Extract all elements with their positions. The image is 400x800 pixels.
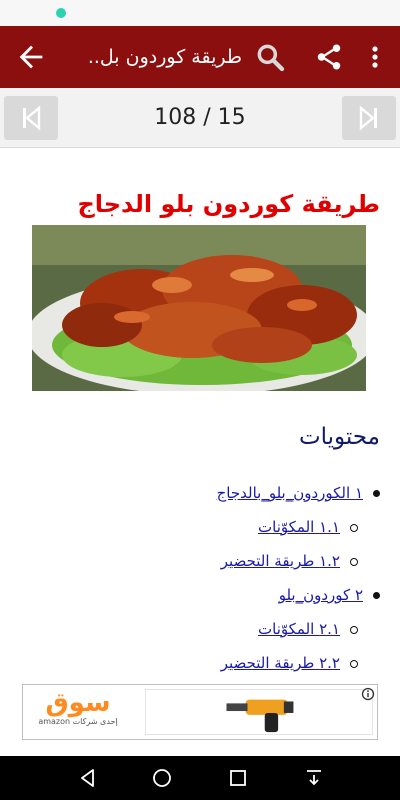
toc-item[interactable]: ١.١ المكوّنات	[258, 518, 358, 542]
nav-download-icon[interactable]	[302, 766, 326, 790]
toc-item[interactable]: ١.٢ طريقة التحضير	[221, 552, 358, 576]
skip-next-icon	[359, 105, 377, 131]
status-bar	[0, 0, 400, 26]
bullet-icon	[373, 490, 380, 497]
system-nav-bar	[0, 756, 400, 800]
page-counter: 108 / 15	[154, 105, 246, 130]
drill-image[interactable]	[145, 689, 373, 735]
ad-brand-logo[interactable]: سوق إحدى شركات amazon	[33, 689, 123, 735]
toc-link[interactable]: ١ الكوردون_بلو_بالدجاج	[217, 484, 363, 502]
toc-item[interactable]: ٢ كوردون_بلو	[279, 586, 380, 610]
more-vert-icon[interactable]	[364, 42, 386, 72]
toc-link[interactable]: ١.٢ طريقة التحضير	[221, 552, 340, 570]
toc-item[interactable]: ٢.٢ طريقة التحضير	[221, 654, 358, 678]
bullet-icon	[350, 625, 358, 634]
app-bar: طريقة كوردون بل..	[0, 26, 400, 88]
app-bar-title: طريقة كوردون بل..	[87, 46, 242, 68]
ad-brand-name: سوق	[45, 688, 111, 718]
notification-dot-icon	[56, 8, 66, 18]
bullet-icon	[350, 557, 358, 566]
ad-tagline: إحدى شركات amazon	[38, 717, 118, 726]
article-title: طريقة كوردون بلو الدجاج	[77, 190, 380, 218]
ad-banner-area: سوق إحدى شركات amazon	[0, 682, 400, 756]
toc-link[interactable]: ١.١ المكوّنات	[258, 518, 340, 536]
toc-link[interactable]: ٢.١ المكوّنات	[258, 620, 340, 638]
chicken-dish-image	[32, 225, 366, 391]
toc-item[interactable]: ٢.١ المكوّنات	[258, 620, 358, 644]
nav-home-icon[interactable]	[150, 766, 174, 790]
bullet-icon	[350, 523, 358, 532]
previous-page-button[interactable]	[4, 96, 58, 140]
nav-recents-icon[interactable]	[226, 766, 250, 790]
next-page-button[interactable]	[342, 96, 396, 140]
search-icon[interactable]	[254, 41, 286, 73]
bullet-icon	[373, 592, 380, 599]
bullet-icon	[350, 659, 358, 668]
toc-heading: محتويات	[298, 424, 380, 450]
nav-back-icon[interactable]	[76, 766, 100, 790]
skip-previous-icon	[23, 105, 41, 131]
info-icon[interactable]	[361, 687, 375, 701]
toc-item[interactable]: ١ الكوردون_بلو_بالدجاج	[217, 484, 380, 508]
pager: 108 / 15	[0, 88, 400, 148]
toc-link[interactable]: ٢.٢ طريقة التحضير	[221, 654, 340, 672]
share-icon[interactable]	[314, 42, 344, 72]
toc-link[interactable]: ٢ كوردون_بلو	[279, 586, 363, 604]
arrow-back-icon[interactable]	[14, 40, 48, 74]
article-content: طريقة كوردون بلو الدجاج محتويات ١ الكورد…	[0, 148, 400, 682]
ad-banner[interactable]: سوق إحدى شركات amazon	[22, 684, 378, 740]
